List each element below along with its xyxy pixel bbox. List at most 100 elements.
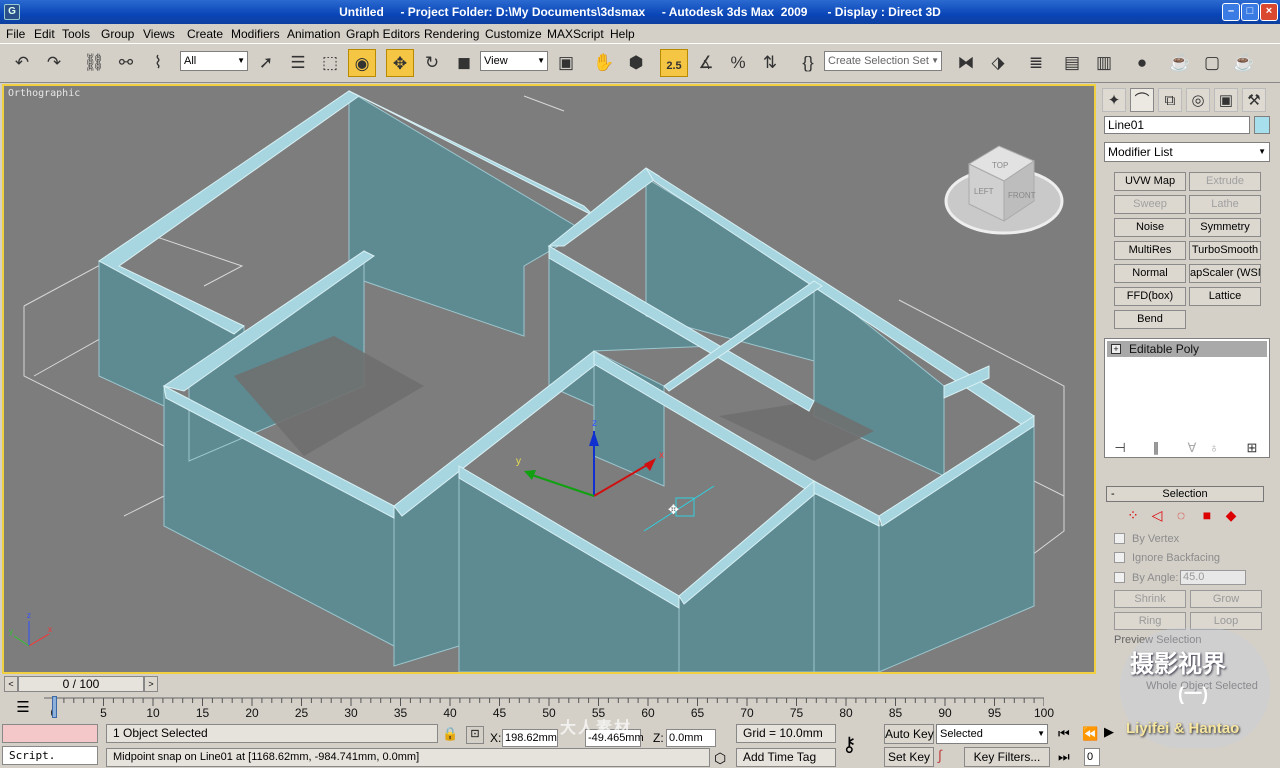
x-coordinate-field[interactable]: 198.62mm xyxy=(502,729,558,747)
time-tag-icon[interactable]: ⬡ xyxy=(714,750,726,767)
make-unique-icon[interactable]: ∀ xyxy=(1182,440,1202,458)
reference-coordinate-dropdown[interactable]: View ▼ xyxy=(480,51,548,71)
script-label[interactable]: Script. xyxy=(2,746,98,765)
vertex-subobject-icon[interactable]: ⁘ xyxy=(1124,506,1142,524)
modifier-button-uvw-map[interactable]: UVW Map xyxy=(1114,172,1186,191)
object-name-field[interactable]: Line01 xyxy=(1104,116,1250,134)
angle-spinner[interactable]: 45.0 xyxy=(1180,570,1246,585)
menu-animation[interactable]: Animation xyxy=(287,27,340,41)
modifier-button-noise[interactable]: Noise xyxy=(1114,218,1186,237)
unlink-icon[interactable]: ⚯ xyxy=(112,49,140,77)
menu-graph-editors[interactable]: Graph Editors xyxy=(346,27,420,41)
border-subobject-icon[interactable]: ◌ xyxy=(1172,506,1190,524)
menu-maxscript[interactable]: MAXScript xyxy=(547,27,604,41)
menu-customize[interactable]: Customize xyxy=(485,27,542,41)
stack-item-editable-poly[interactable]: + Editable Poly xyxy=(1107,341,1267,357)
shrink-button[interactable]: Shrink xyxy=(1114,590,1186,608)
modifier-button-extrude[interactable]: Extrude xyxy=(1189,172,1261,191)
default-tangent-icon[interactable]: ∫ xyxy=(938,747,942,763)
expand-icon[interactable]: + xyxy=(1111,344,1121,354)
checkbox-box[interactable] xyxy=(1114,552,1125,563)
maxscript-listener-mini[interactable] xyxy=(2,724,98,743)
key-mode-toggle-icon[interactable]: ⏭ xyxy=(1058,749,1070,765)
render-setup-icon[interactable]: ☕ xyxy=(1166,49,1194,77)
absolute-mode-icon[interactable]: ⊡ xyxy=(466,726,484,744)
add-time-tag[interactable]: Add Time Tag xyxy=(736,748,836,767)
viewport-label[interactable]: Orthographic xyxy=(8,88,80,99)
snaps-toggle-icon[interactable]: 2.5 xyxy=(660,49,688,77)
time-slider-thumb[interactable]: 0 / 100 xyxy=(18,676,144,692)
polygon-subobject-icon[interactable]: ■ xyxy=(1198,506,1216,524)
manipulate-icon[interactable]: ✋ xyxy=(590,49,618,77)
modifier-button-bend[interactable]: Bend xyxy=(1114,310,1186,329)
layer-manager-icon[interactable]: ≣ xyxy=(1022,49,1050,77)
current-frame-marker[interactable] xyxy=(52,696,57,718)
menu-rendering[interactable]: Rendering xyxy=(424,27,479,41)
z-coordinate-field[interactable]: 0.0mm xyxy=(666,729,716,747)
selected-line-gizmo[interactable] xyxy=(643,485,715,532)
time-slider[interactable]: < 0 / 100 > xyxy=(4,676,158,692)
close-button[interactable]: × xyxy=(1260,3,1278,21)
auto-key-button[interactable]: Auto Key xyxy=(884,724,934,744)
select-and-scale-icon[interactable]: ◼ xyxy=(450,49,478,77)
modifier-button-map-scaler[interactable]: apScaler (WSM xyxy=(1189,264,1261,283)
modifier-button-multires[interactable]: MultiRes xyxy=(1114,241,1186,260)
percent-snap-icon[interactable]: % xyxy=(724,49,752,77)
viewport-scene[interactable]: z x y ✥ TOP LEFT FRONT z x y xyxy=(4,86,1094,672)
edge-subobject-icon[interactable]: ◁ xyxy=(1148,506,1166,524)
grow-button[interactable]: Grow xyxy=(1190,590,1262,608)
trackbar-toggle-icon[interactable]: ☰ xyxy=(12,698,34,718)
keyboard-shortcut-override-icon[interactable]: ⬢ xyxy=(622,49,650,77)
pin-stack-icon[interactable]: ⊣ xyxy=(1110,440,1130,458)
select-object-icon[interactable]: ➚ xyxy=(252,49,280,77)
checkbox-box[interactable] xyxy=(1114,572,1125,583)
minimize-button[interactable]: – xyxy=(1222,3,1240,21)
align-icon[interactable]: ⬗ xyxy=(984,49,1012,77)
menu-group[interactable]: Group xyxy=(101,27,134,41)
collapse-icon[interactable]: - xyxy=(1111,487,1115,501)
menu-file[interactable]: File xyxy=(6,27,25,41)
select-and-move-icon[interactable]: ✥ xyxy=(386,49,414,77)
menu-create[interactable]: Create xyxy=(187,27,223,41)
set-key-button[interactable]: Set Key xyxy=(884,747,934,767)
previous-key-icon[interactable]: ⏪ xyxy=(1082,726,1098,742)
configure-modifier-sets-icon[interactable]: ⊞ xyxy=(1242,440,1262,458)
by-vertex-checkbox[interactable]: By Vertex xyxy=(1114,532,1264,546)
modifier-button-normal[interactable]: Normal xyxy=(1114,264,1186,283)
spinner-snap-icon[interactable]: ⇅ xyxy=(756,49,784,77)
next-frame-button[interactable]: > xyxy=(144,676,158,692)
key-mode-dropdown[interactable]: Selected ▼ xyxy=(936,724,1048,744)
remove-modifier-icon[interactable]: ♁ xyxy=(1204,440,1224,458)
bind-to-space-warp-icon[interactable]: ⌇ xyxy=(144,49,172,77)
quick-render-icon[interactable]: ☕ xyxy=(1230,49,1258,77)
checkbox-box[interactable] xyxy=(1114,533,1125,544)
current-frame-field[interactable]: 0 xyxy=(1084,748,1100,766)
orthographic-viewport[interactable]: z x y ✥ TOP LEFT FRONT z x y Orthographi… xyxy=(2,84,1096,674)
play-icon[interactable]: ▶ xyxy=(1104,724,1114,740)
modifier-button-ffd-box[interactable]: FFD(box) xyxy=(1114,287,1186,306)
modifier-button-sweep[interactable]: Sweep xyxy=(1114,195,1186,214)
mirror-icon[interactable]: ⧓ xyxy=(952,49,980,77)
show-end-result-icon[interactable]: ∥ xyxy=(1146,440,1166,458)
element-subobject-icon[interactable]: ◆ xyxy=(1222,506,1240,524)
modifier-list-dropdown[interactable]: Modifier List ▼ xyxy=(1104,142,1270,162)
create-tab-icon[interactable]: ✦ xyxy=(1102,88,1126,112)
set-key-filter-icon[interactable]: ⚷ xyxy=(842,732,857,757)
modify-tab-icon[interactable]: ⌒ xyxy=(1130,88,1154,112)
previous-frame-button[interactable]: < xyxy=(4,676,18,692)
ignore-backfacing-checkbox[interactable]: Ignore Backfacing xyxy=(1114,551,1264,565)
selection-lock-icon[interactable]: 🔒 xyxy=(442,726,458,742)
schematic-view-icon[interactable]: ▥ xyxy=(1090,49,1118,77)
edit-named-selection-icon[interactable]: {} xyxy=(794,49,822,77)
named-selection-dropdown[interactable]: Create Selection Set ▼ xyxy=(824,51,942,71)
object-color-swatch[interactable] xyxy=(1254,116,1270,134)
redo-icon[interactable]: ↷ xyxy=(40,49,68,77)
modifier-button-turbosmooth[interactable]: TurboSmooth xyxy=(1189,241,1261,260)
modifier-button-symmetry[interactable]: Symmetry xyxy=(1189,218,1261,237)
window-crossing-icon[interactable]: ◉ xyxy=(348,49,376,77)
rectangular-selection-icon[interactable]: ⬚ xyxy=(316,49,344,77)
menu-modifiers[interactable]: Modifiers xyxy=(231,27,280,41)
selection-filter-dropdown[interactable]: All ▼ xyxy=(180,51,248,71)
selection-rollout-header[interactable]: - Selection xyxy=(1106,486,1264,502)
undo-icon[interactable]: ↶ xyxy=(8,49,36,77)
